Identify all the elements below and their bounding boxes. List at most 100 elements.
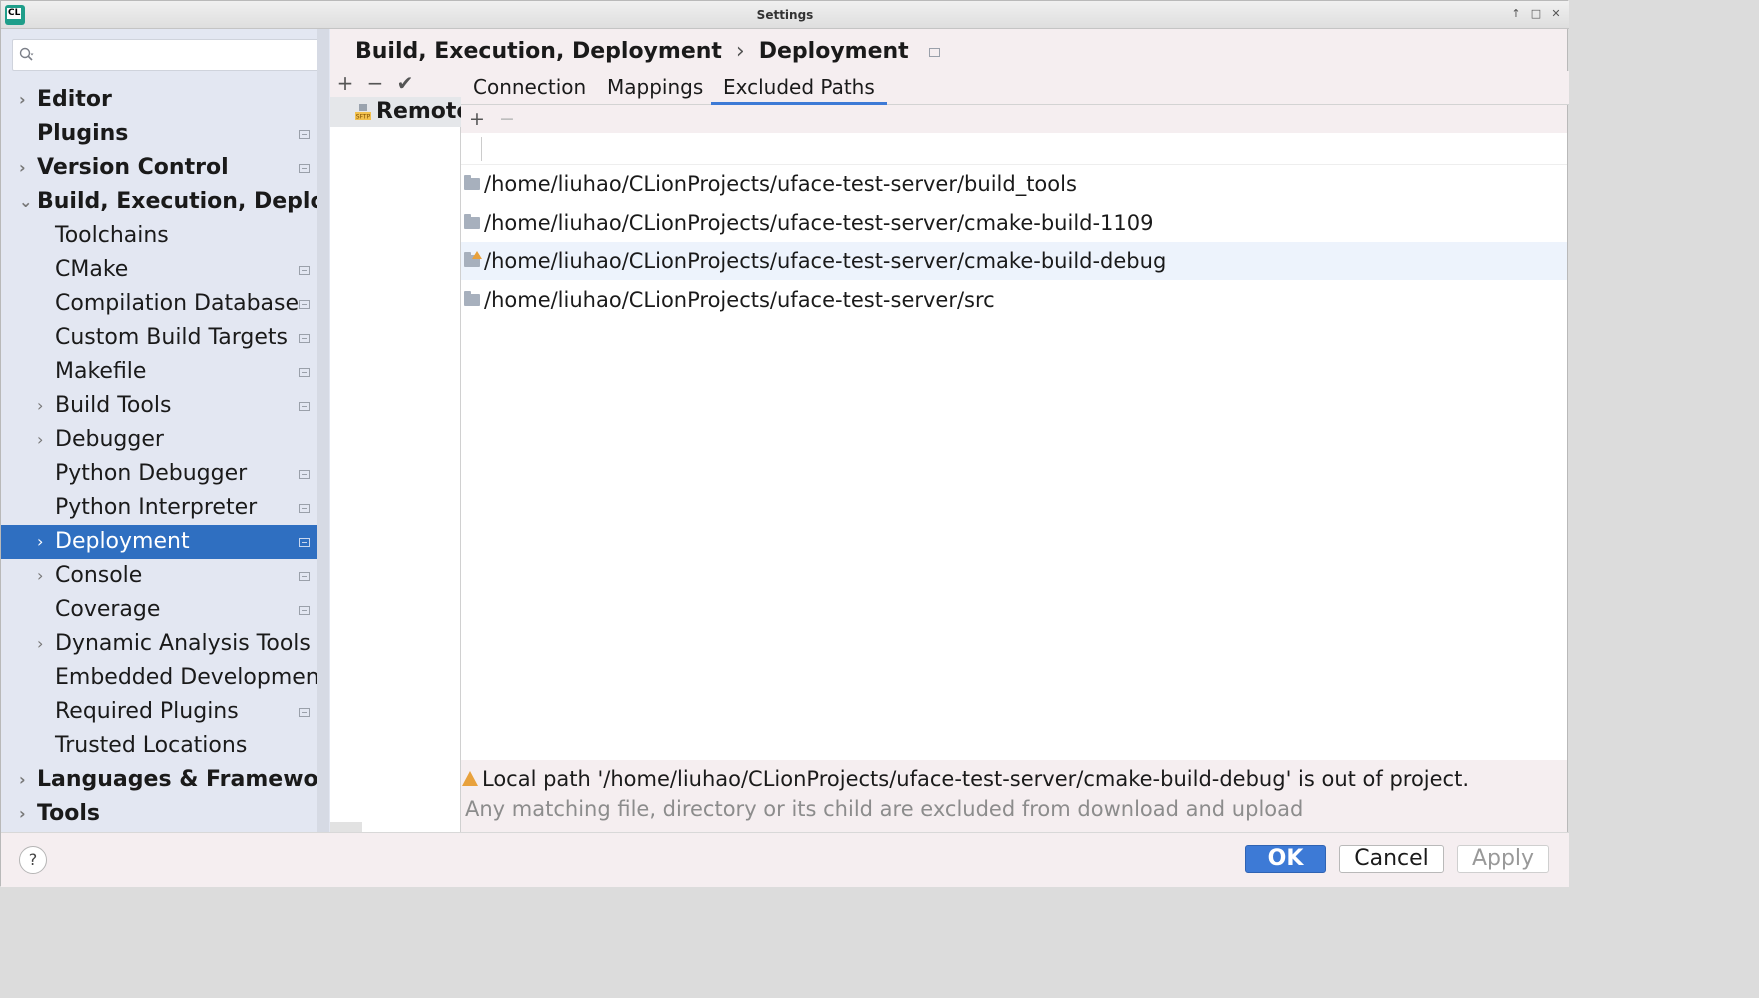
chevron-right-icon[interactable]: › bbox=[37, 389, 51, 423]
sidebar-scrollbar[interactable] bbox=[317, 29, 329, 832]
new-path-row[interactable] bbox=[461, 133, 1567, 165]
sidebar-item-label: Languages & Framewo bbox=[37, 767, 317, 792]
sidebar-item-label: Compilation Database bbox=[55, 291, 300, 316]
sidebar-item-label: Debugger bbox=[55, 427, 164, 452]
settings-dialog: Settings ↑ □ ✕ ›EditorPlugins›Version Co… bbox=[0, 0, 1569, 887]
chevron-right-icon[interactable]: › bbox=[19, 797, 33, 831]
project-level-icon bbox=[299, 130, 310, 139]
sidebar-item-python-debugger[interactable]: Python Debugger bbox=[1, 457, 317, 491]
chevron-right-icon[interactable]: › bbox=[19, 151, 33, 185]
sidebar-item-console[interactable]: › Console bbox=[1, 559, 317, 593]
add-server-button[interactable]: + bbox=[334, 71, 356, 95]
sidebar-item-python-interpreter[interactable]: Python Interpreter bbox=[1, 491, 317, 525]
sidebar-item-label: Console bbox=[55, 563, 143, 588]
project-level-icon bbox=[299, 708, 310, 717]
folder-icon bbox=[464, 175, 480, 190]
minimize-icon[interactable]: ↑ bbox=[1509, 7, 1523, 21]
sidebar-item-label: Makefile bbox=[55, 359, 147, 384]
server-list-scrollbar[interactable] bbox=[330, 822, 362, 832]
project-level-icon bbox=[299, 470, 310, 479]
excluded-path-row[interactable]: /home/liuhao/CLionProjects/uface-test-se… bbox=[461, 204, 1567, 242]
cancel-button[interactable]: Cancel bbox=[1339, 845, 1444, 873]
settings-search-input[interactable] bbox=[12, 39, 320, 71]
sidebar-item-label: Deployment bbox=[55, 529, 190, 554]
sidebar-item-trusted-locations[interactable]: Trusted Locations bbox=[1, 729, 317, 763]
chevron-down-icon[interactable]: ⌄ bbox=[19, 185, 33, 219]
sidebar-item-label: Toolchains bbox=[55, 223, 169, 248]
project-level-icon bbox=[299, 538, 310, 547]
tab-excluded-paths[interactable]: Excluded Paths bbox=[711, 73, 887, 105]
apply-button[interactable]: Apply bbox=[1457, 845, 1549, 873]
maximize-icon[interactable]: □ bbox=[1529, 7, 1543, 21]
sidebar-item-build-tools[interactable]: › Build Tools bbox=[1, 389, 317, 423]
chevron-right-icon[interactable]: › bbox=[37, 627, 51, 661]
sidebar-item-compilation-database[interactable]: Compilation Database bbox=[1, 287, 317, 321]
breadcrumb-separator: › bbox=[735, 39, 745, 64]
chevron-right-icon[interactable]: › bbox=[19, 83, 33, 117]
add-excluded-path-button[interactable]: + bbox=[466, 107, 488, 131]
sidebar-item-label: Trusted Locations bbox=[55, 733, 248, 758]
sidebar-item-label: Python Debugger bbox=[55, 461, 248, 486]
project-level-icon bbox=[928, 47, 940, 57]
server-toolbar: + − ✔ bbox=[330, 71, 461, 97]
sidebar-item-label: Embedded Developmen bbox=[55, 665, 317, 690]
excluded-path-text: /home/liuhao/CLionProjects/uface-test-se… bbox=[484, 210, 1154, 235]
set-default-server-button[interactable]: ✔ bbox=[394, 71, 416, 95]
sidebar-item-deployment[interactable]: › Deployment bbox=[1, 525, 329, 559]
chevron-right-icon[interactable]: › bbox=[37, 525, 51, 559]
excluded-path-row[interactable]: /home/liuhao/CLionProjects/uface-test-se… bbox=[461, 242, 1567, 280]
sidebar-item-label: CMake bbox=[55, 257, 129, 282]
sidebar-item-tools[interactable]: › Tools bbox=[1, 797, 317, 831]
sidebar-item-label: Editor bbox=[37, 87, 112, 112]
settings-tree: › Editor Plugins › Version Control ⌄ Build, Ex… bbox=[1, 83, 329, 831]
sidebar-item-label: Required Plugins bbox=[55, 699, 239, 724]
search-icon bbox=[19, 47, 34, 61]
remove-excluded-path-button[interactable]: − bbox=[496, 107, 518, 131]
project-level-icon bbox=[299, 606, 310, 615]
sidebar-item-label: Plugins bbox=[37, 121, 129, 146]
sidebar-item-dynamic-analysis-tools[interactable]: › Dynamic Analysis Tools bbox=[1, 627, 317, 661]
project-level-icon bbox=[299, 164, 310, 173]
folder-icon bbox=[464, 290, 480, 306]
sidebar-item-label: Tools bbox=[37, 801, 100, 826]
server-item-remote[interactable]: SFTP Remote bbox=[330, 97, 461, 127]
sidebar-item-build-execution-deplo[interactable]: ⌄ Build, Execution, Deplo bbox=[1, 185, 317, 219]
tab-connection[interactable]: Connection bbox=[461, 73, 598, 105]
sidebar-item-custom-build-targets[interactable]: Custom Build Targets bbox=[1, 321, 317, 355]
sidebar-item-version-control[interactable]: › Version Control bbox=[1, 151, 317, 185]
chevron-right-icon[interactable]: › bbox=[19, 763, 33, 797]
close-icon[interactable]: ✕ bbox=[1549, 7, 1563, 21]
sidebar-item-coverage[interactable]: Coverage bbox=[1, 593, 317, 627]
excluded-path-row[interactable]: /home/liuhao/CLionProjects/uface-test-se… bbox=[461, 281, 1567, 319]
sidebar-item-plugins[interactable]: Plugins bbox=[1, 117, 317, 151]
sidebar-item-languages-framewo[interactable]: › Languages & Framewo bbox=[1, 763, 317, 797]
sidebar-item-debugger[interactable]: › Debugger bbox=[1, 423, 317, 457]
sidebar-item-editor[interactable]: › Editor bbox=[1, 83, 317, 117]
sidebar-item-cmake[interactable]: CMake bbox=[1, 253, 317, 287]
sidebar-item-toolchains[interactable]: Toolchains bbox=[1, 219, 317, 253]
remove-server-button[interactable]: − bbox=[364, 71, 386, 95]
sidebar-item-embedded-developmen[interactable]: Embedded Developmen bbox=[1, 661, 317, 695]
excluded-path-row[interactable]: /home/liuhao/CLionProjects/uface-test-se… bbox=[461, 165, 1567, 203]
project-level-icon bbox=[299, 334, 310, 343]
server-name: Remote bbox=[376, 99, 461, 124]
ok-button[interactable]: OK bbox=[1245, 845, 1326, 873]
sftp-icon-label: SFTP bbox=[356, 114, 371, 121]
warning-message: Local path '/home/liuhao/CLionProjects/u… bbox=[461, 762, 1567, 796]
help-button[interactable]: ? bbox=[19, 846, 47, 874]
sidebar-item-label: Coverage bbox=[55, 597, 161, 622]
tab-mappings[interactable]: Mappings bbox=[595, 73, 715, 105]
folder-icon bbox=[464, 213, 480, 229]
breadcrumb-parent[interactable]: Build, Execution, Deployment bbox=[355, 39, 722, 64]
chevron-right-icon[interactable]: › bbox=[37, 423, 51, 457]
sidebar-item-label: Build Tools bbox=[55, 393, 172, 418]
breadcrumb: Build, Execution, Deployment › Deployment bbox=[330, 29, 1569, 71]
settings-sidebar: › Editor Plugins › Version Control ⌄ Build, Ex… bbox=[1, 29, 330, 832]
sidebar-item-makefile[interactable]: Makefile bbox=[1, 355, 317, 389]
dialog-button-bar: ? OK Cancel Apply bbox=[1, 832, 1569, 887]
chevron-right-icon[interactable]: › bbox=[37, 559, 51, 593]
sftp-icon: SFTP bbox=[355, 104, 371, 121]
excluded-path-text: /home/liuhao/CLionProjects/uface-test-se… bbox=[484, 249, 1167, 273]
title-bar[interactable]: Settings ↑ □ ✕ bbox=[1, 1, 1569, 29]
sidebar-item-required-plugins[interactable]: Required Plugins bbox=[1, 695, 317, 729]
